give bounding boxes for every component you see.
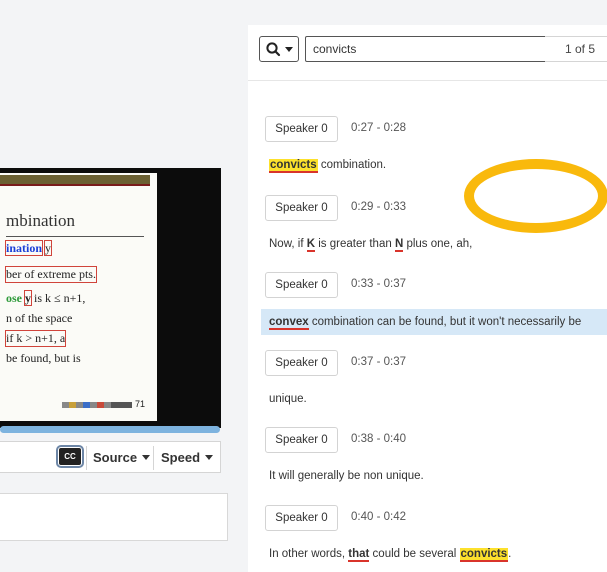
slide-variable: y <box>24 290 32 306</box>
speed-button[interactable]: Speed <box>161 450 214 465</box>
caption-text: In other words, <box>269 548 349 560</box>
slide-line: ination y <box>4 240 53 256</box>
source-label: Source <box>93 450 138 465</box>
transcript-caption[interactable]: convicts combination. <box>269 159 387 173</box>
segment-timecode[interactable]: 0:40 - 0:42 <box>351 511 406 523</box>
slide-variable: y <box>44 240 53 256</box>
slide-rule <box>6 236 144 237</box>
source-button[interactable]: Source <box>93 450 151 465</box>
search-match-annotation-circle <box>464 159 607 233</box>
slide-line: ose y is k ≤ n+1, <box>6 290 86 306</box>
lecture-slide: mbination ination y ber of extreme pts. … <box>0 173 157 421</box>
slide-line: ber of extreme pts. <box>5 266 97 283</box>
search-match-highlight: convicts <box>269 159 318 173</box>
transcript-caption[interactable]: Now, if K is greater than N plus one, ah… <box>269 238 473 252</box>
divider <box>153 446 154 470</box>
search-match-highlight: convicts <box>459 548 509 562</box>
notes-box[interactable] <box>0 493 228 541</box>
speaker-label-button[interactable]: Speaker 0 <box>265 427 338 453</box>
slide-text: is k ≤ n+1, <box>34 291 86 305</box>
segment-timecode[interactable]: 0:27 - 0:28 <box>351 122 406 134</box>
caption-text: plus one, ah, <box>403 238 473 250</box>
caption-text: combination can be found, but it won't n… <box>308 316 582 328</box>
speaker-label-button[interactable]: Speaker 0 <box>265 505 338 531</box>
player-panel: mbination ination y ber of extreme pts. … <box>0 25 248 572</box>
caption-text: combination. <box>317 159 387 171</box>
slide-title: mbination <box>6 211 75 230</box>
slide-footer: 71 <box>62 399 145 409</box>
transcript-caption-active[interactable]: convex combination can be found, but it … <box>261 309 607 335</box>
top-band <box>0 0 607 25</box>
keyword-highlight: N <box>394 238 404 252</box>
segment-timecode[interactable]: 0:37 - 0:37 <box>351 356 406 368</box>
caption-text: is greater than <box>315 238 395 250</box>
slide-header-bar <box>0 175 150 186</box>
slide-line: n of the space <box>6 311 73 325</box>
keyword-highlight: K <box>306 238 316 252</box>
slide-line: be found, but is <box>6 351 81 365</box>
search-result-count: 1 of 5 <box>545 36 607 62</box>
caption-text: unique. <box>269 393 307 405</box>
caption-text: . <box>508 548 512 560</box>
speed-label: Speed <box>161 450 201 465</box>
caption-text: could be several <box>369 548 460 560</box>
slide-page-number: 71 <box>135 399 146 409</box>
transcript-search-input[interactable] <box>305 36 547 62</box>
slide-keyword: ose <box>6 291 22 305</box>
caption-text: Now, if <box>269 238 307 250</box>
caret-down-icon <box>142 455 151 461</box>
divider <box>248 80 607 81</box>
transcript-caption[interactable]: unique. <box>269 393 307 405</box>
caption-text: It will generally be non unique. <box>269 470 424 482</box>
keyword-highlight: that <box>348 548 370 562</box>
transcript-panel: 1 of 5 Speaker 0 0:27 - 0:28 convicts comb… <box>248 25 607 572</box>
transcript-caption[interactable]: In other words, that could be several co… <box>269 548 512 562</box>
progress-bar[interactable] <box>0 426 220 433</box>
magnifier-icon <box>266 42 293 57</box>
segment-timecode[interactable]: 0:38 - 0:40 <box>351 433 406 445</box>
slide-keyword: ination <box>4 240 44 256</box>
segment-timecode[interactable]: 0:29 - 0:33 <box>351 201 406 213</box>
segment-timecode[interactable]: 0:33 - 0:37 <box>351 278 406 290</box>
slide-line: if k > n+1, a <box>4 330 67 347</box>
closed-captions-button[interactable]: CC <box>56 445 84 468</box>
search-type-dropdown[interactable] <box>259 36 299 62</box>
keyword-highlight: convex <box>269 316 309 330</box>
speaker-label-button[interactable]: Speaker 0 <box>265 116 338 142</box>
transcript-caption[interactable]: It will generally be non unique. <box>269 470 424 482</box>
video-frame[interactable]: mbination ination y ber of extreme pts. … <box>0 168 221 428</box>
speaker-label-button[interactable]: Speaker 0 <box>265 272 338 298</box>
slide-nav-icons <box>62 401 132 408</box>
speaker-label-button[interactable]: Speaker 0 <box>265 350 338 376</box>
divider <box>86 446 87 470</box>
player-controls: CC Source Speed <box>0 441 221 473</box>
speaker-label-button[interactable]: Speaker 0 <box>265 195 338 221</box>
caret-down-icon <box>205 455 214 461</box>
